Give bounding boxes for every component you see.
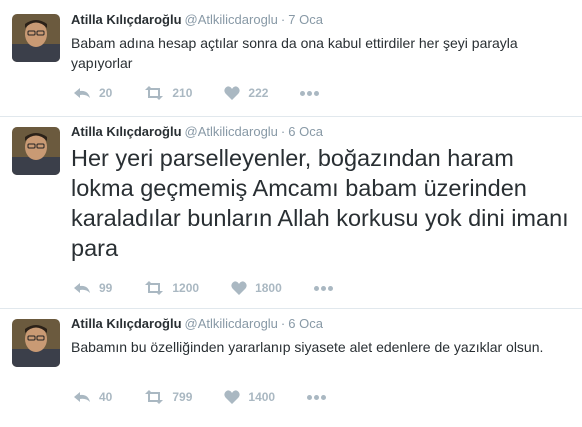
reply-button[interactable]: 40 [73, 390, 112, 404]
tweet: Atilla Kılıçdaroğlu @Atlkilicdaroglu · 6 Oc… [0, 117, 582, 309]
reply-count: 99 [99, 281, 113, 295]
more-dots-icon [300, 90, 306, 96]
reply-icon [73, 390, 91, 404]
more-dot [314, 90, 320, 96]
more-button[interactable] [300, 90, 321, 96]
author-handle[interactable]: @Atlkilicdaroglu [185, 124, 278, 139]
avatar[interactable] [12, 319, 60, 367]
reply-count: 40 [99, 390, 113, 404]
more-dots-icon [307, 394, 313, 400]
tweet-content: Atilla Kılıçdaroğlu @Atlkilicdaroglu · 6 Oc… [71, 316, 574, 357]
retweet-icon [144, 86, 164, 100]
like-button[interactable]: 1800 [231, 281, 282, 295]
like-button[interactable]: 222 [224, 86, 268, 100]
avatar[interactable] [12, 14, 60, 62]
reply-icon [73, 281, 91, 295]
heart-icon [224, 390, 241, 404]
avatar[interactable] [12, 127, 60, 175]
like-button[interactable]: 1400 [224, 390, 275, 404]
author-name[interactable]: Atilla Kılıçdaroğlu [71, 12, 182, 27]
author-name[interactable]: Atilla Kılıçdaroğlu [71, 316, 182, 331]
author-handle[interactable]: @Atlkilicdaroglu [185, 316, 278, 331]
more-button[interactable] [313, 285, 335, 291]
like-count: 222 [248, 86, 269, 100]
retweet-button[interactable]: 210 [144, 86, 192, 100]
retweet-icon [144, 281, 164, 295]
tweet-actions: 99 1200 1800 [73, 279, 335, 297]
tweet-header: Atilla Kılıçdaroğlu @Atlkilicdaroglu · 7 Oc… [71, 12, 574, 28]
more-dot [320, 285, 326, 291]
tweet: Atilla Kılıçdaroğlu @Atlkilicdaroglu · 6 Oc… [0, 309, 582, 427]
separator: · [280, 12, 286, 27]
like-count: 1800 [255, 281, 282, 295]
author-handle[interactable]: @Atlkilicdaroglu [185, 12, 278, 27]
reply-count: 20 [99, 86, 113, 100]
more-dot [327, 285, 333, 291]
tweet-text: Babamın bu özelliğinden yararlanıp siyas… [71, 339, 544, 355]
reply-icon [73, 86, 91, 100]
tweet-text: Her yeri parselleyenler, boğazından hara… [71, 145, 569, 261]
tweet: Atilla Kılıçdaroğlu @Atlkilicdaroglu · 7 Oc… [0, 0, 582, 117]
retweet-count: 1200 [172, 281, 200, 295]
tweet-text: Babam adına hesap açtılar sonra da ona k… [71, 35, 518, 71]
retweet-count: 210 [172, 86, 193, 100]
heart-icon [224, 86, 241, 100]
more-dot [307, 90, 313, 96]
tweet-actions: 20 210 222 [73, 84, 321, 102]
retweet-count: 799 [172, 390, 193, 404]
separator: · [280, 124, 286, 139]
timestamp[interactable]: 6 Oca [288, 316, 323, 331]
more-dot [314, 394, 320, 400]
author-name[interactable]: Atilla Kılıçdaroğlu [71, 124, 182, 139]
tweet-content: Atilla Kılıçdaroğlu @Atlkilicdaroglu · 7 Oc… [71, 12, 574, 73]
timestamp[interactable]: 7 Oca [288, 12, 323, 27]
tweet-actions: 40 799 1400 [73, 388, 328, 406]
more-dot [321, 394, 327, 400]
like-count: 1400 [248, 390, 276, 404]
tweet-header: Atilla Kılıçdaroğlu @Atlkilicdaroglu · 6 Oc… [71, 316, 574, 332]
reply-button[interactable]: 99 [73, 281, 112, 295]
reply-button[interactable]: 20 [73, 86, 112, 100]
more-button[interactable] [307, 394, 328, 400]
separator: · [280, 316, 286, 331]
more-dots-icon [313, 285, 319, 291]
timestamp[interactable]: 6 Oca [288, 124, 323, 139]
tweet-header: Atilla Kılıçdaroğlu @Atlkilicdaroglu · 6 Oc… [71, 124, 574, 140]
retweet-button[interactable]: 1200 [144, 281, 199, 295]
heart-icon [231, 281, 247, 295]
tweet-content: Atilla Kılıçdaroğlu @Atlkilicdaroglu · 6 Oc… [71, 124, 574, 263]
retweet-button[interactable]: 799 [144, 390, 192, 404]
retweet-icon [144, 390, 164, 404]
